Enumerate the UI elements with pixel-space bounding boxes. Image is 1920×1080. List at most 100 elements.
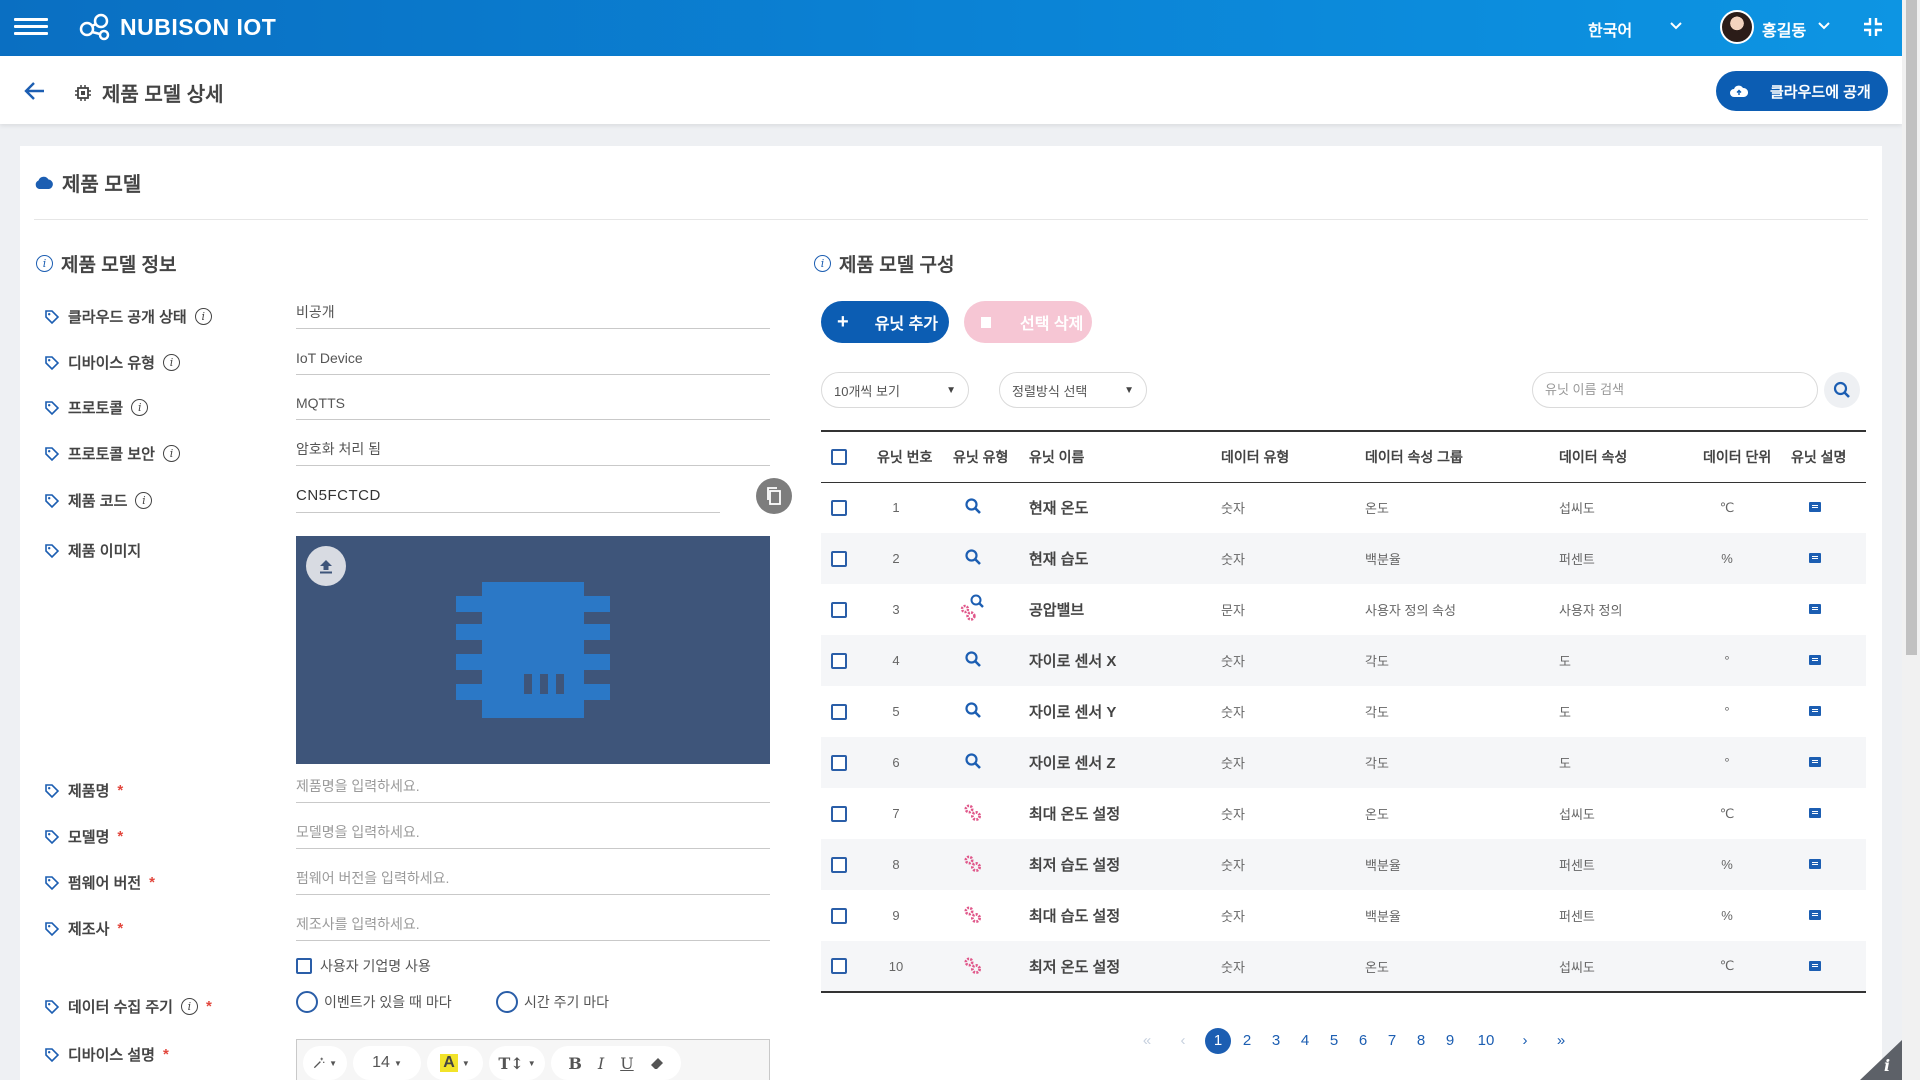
pagination-page[interactable]: 6 [1350, 1028, 1376, 1054]
comment-icon[interactable] [1808, 960, 1821, 971]
menu-icon[interactable] [14, 14, 48, 42]
text-size-button[interactable]: T↕ ▼ [489, 1046, 545, 1080]
font-size-select[interactable]: 14 ▼ [353, 1046, 421, 1080]
table-row[interactable]: 4 자이로 센서 X 숫자 각도 도 ° [821, 635, 1866, 686]
row-checkbox[interactable] [831, 601, 847, 618]
logo[interactable]: NUBISON IOT [78, 10, 276, 44]
copy-code-button[interactable] [756, 478, 792, 514]
language-selector[interactable]: 한국어 [1588, 17, 1632, 41]
pagination-page[interactable]: 1 [1205, 1028, 1231, 1054]
info-corner[interactable] [1860, 1040, 1902, 1080]
manufacturer-input[interactable]: 제조사를 입력하세요. [296, 911, 770, 941]
table-row[interactable]: 5 자이로 센서 Y 숫자 각도 도 ° [821, 686, 1866, 737]
upload-image-button[interactable] [306, 546, 346, 586]
help-icon[interactable]: i [131, 399, 149, 416]
pagination-page[interactable]: 10 [1470, 1028, 1502, 1054]
pagination-first[interactable]: « [1134, 1028, 1160, 1054]
pagination-next[interactable]: › [1512, 1028, 1538, 1054]
comment-icon[interactable] [1808, 910, 1821, 920]
unit-name[interactable]: 공압밸브 [1029, 584, 1221, 635]
row-checkbox[interactable] [831, 805, 847, 822]
eraser-icon[interactable] [650, 1056, 664, 1070]
row-checkbox[interactable] [831, 907, 847, 924]
row-checkbox[interactable] [831, 856, 847, 873]
table-row[interactable]: 2 현재 습도 숫자 백분율 퍼센트% [821, 533, 1866, 584]
underline-icon[interactable]: U [620, 1054, 633, 1073]
row-checkbox[interactable] [831, 754, 847, 771]
delete-selected-button[interactable]: 선택 삭제 [964, 301, 1092, 343]
radio-event[interactable]: 이벤트가 있을 때 마다 [296, 991, 452, 1013]
unit-name[interactable]: 현재 습도 [1029, 533, 1221, 584]
italic-icon[interactable]: I [598, 1054, 604, 1073]
table-row[interactable]: 7 최대 온도 설정 숫자 온도 섭씨도 ℃ [821, 788, 1866, 839]
pagination-page[interactable]: 3 [1263, 1028, 1289, 1054]
comment-icon[interactable] [1808, 808, 1821, 818]
unit-name[interactable]: 최저 습도 설정 [1029, 839, 1221, 890]
chevron-down-icon[interactable] [1668, 17, 1684, 33]
unit-name[interactable]: 최저 온도 설정 [1029, 941, 1221, 993]
pagination-page[interactable]: 2 [1234, 1028, 1260, 1054]
row-checkbox[interactable] [831, 550, 847, 567]
pagination-page[interactable]: 5 [1321, 1028, 1347, 1054]
magic-wand-button[interactable]: ▼ [303, 1046, 347, 1080]
row-checkbox[interactable] [831, 500, 847, 517]
radio-time[interactable]: 시간 주기 마다 [496, 991, 609, 1013]
pagination-page[interactable]: 8 [1408, 1028, 1434, 1054]
pagination-page[interactable]: 9 [1437, 1028, 1463, 1054]
comment-icon[interactable] [1808, 706, 1821, 716]
custom-company-option[interactable]: 사용자 기업명 사용 [296, 956, 431, 976]
table-row[interactable]: 1 현재 온도 숫자 온도 섭씨도 ℃ [821, 482, 1866, 533]
help-icon[interactable]: i [162, 354, 180, 371]
avatar[interactable] [1720, 10, 1754, 44]
comment-icon[interactable] [1808, 604, 1821, 614]
add-unit-button[interactable]: + 유닛 추가 [821, 301, 949, 343]
help-icon[interactable]: i [194, 308, 212, 325]
unit-name[interactable]: 자이로 센서 Y [1029, 686, 1221, 737]
pagination-last[interactable]: » [1548, 1028, 1574, 1054]
unit-name[interactable]: 자이로 센서 Z [1029, 737, 1221, 788]
user-name[interactable]: 홍길동 [1762, 17, 1806, 41]
unit-search-input[interactable]: 유닛 이름 검색 [1532, 372, 1818, 408]
comment-icon[interactable] [1808, 502, 1821, 513]
highlight-color-button[interactable]: A ▼ [427, 1046, 483, 1080]
bold-icon[interactable]: B [568, 1054, 582, 1073]
help-icon[interactable]: i [180, 998, 198, 1015]
column-header[interactable]: 데이터 속성 [1559, 430, 1703, 483]
collapse-screen-icon[interactable] [1862, 16, 1884, 38]
table-row[interactable]: 3 공압밸브 문자 사용자 정의 속성 사용자 정의 [821, 584, 1866, 635]
custom-company-checkbox[interactable] [296, 958, 312, 974]
radio-event-button[interactable] [296, 991, 318, 1013]
info-corner-icon[interactable]: i [1884, 1056, 1890, 1075]
row-checkbox[interactable] [831, 703, 847, 720]
column-header[interactable]: 유닛 이름 [1029, 430, 1221, 483]
comment-icon[interactable] [1808, 757, 1821, 767]
table-row[interactable]: 9 최대 습도 설정 숫자 백분율 퍼센트% [821, 890, 1866, 941]
back-arrow-icon[interactable] [22, 78, 48, 104]
column-header[interactable]: 데이터 단위 [1703, 430, 1791, 483]
pagination-page[interactable]: 7 [1379, 1028, 1405, 1054]
page-scrollbar[interactable] [1902, 0, 1920, 1080]
column-header[interactable]: 데이터 속성 그룹 [1365, 430, 1559, 483]
table-row[interactable]: 10 최저 온도 설정 숫자 온도 섭씨도 ℃ [821, 941, 1866, 993]
table-row[interactable]: 8 최저 습도 설정 숫자 백분율 퍼센트% [821, 839, 1866, 890]
column-header[interactable]: 유닛 설명 [1791, 430, 1866, 483]
publish-to-cloud-button[interactable]: 클라우드에 공개 [1716, 71, 1888, 111]
firmware-version-input[interactable]: 펌웨어 버전을 입력하세요. [296, 865, 770, 895]
page-size-select[interactable]: 10개씩 보기 ▼ [821, 372, 969, 408]
unit-name[interactable]: 현재 온도 [1029, 482, 1221, 533]
sort-select[interactable]: 정렬방식 선택 ▼ [999, 372, 1147, 408]
row-checkbox[interactable] [831, 652, 847, 669]
product-name-input[interactable]: 제품명을 입력하세요. [296, 773, 770, 803]
table-row[interactable]: 6 자이로 센서 Z 숫자 각도 도 ° [821, 737, 1866, 788]
pagination-page[interactable]: 4 [1292, 1028, 1318, 1054]
help-icon[interactable]: i [162, 445, 180, 462]
column-header[interactable]: 데이터 유형 [1221, 430, 1365, 483]
comment-icon[interactable] [1808, 655, 1821, 665]
scrollbar-thumb[interactable] [1906, 0, 1917, 655]
radio-time-button[interactable] [496, 991, 518, 1013]
column-header[interactable]: 유닛 번호 [877, 430, 953, 483]
unit-name[interactable]: 최대 습도 설정 [1029, 890, 1221, 941]
comment-icon[interactable] [1808, 859, 1821, 869]
select-all-checkbox[interactable] [831, 449, 847, 466]
unit-name[interactable]: 최대 온도 설정 [1029, 788, 1221, 839]
